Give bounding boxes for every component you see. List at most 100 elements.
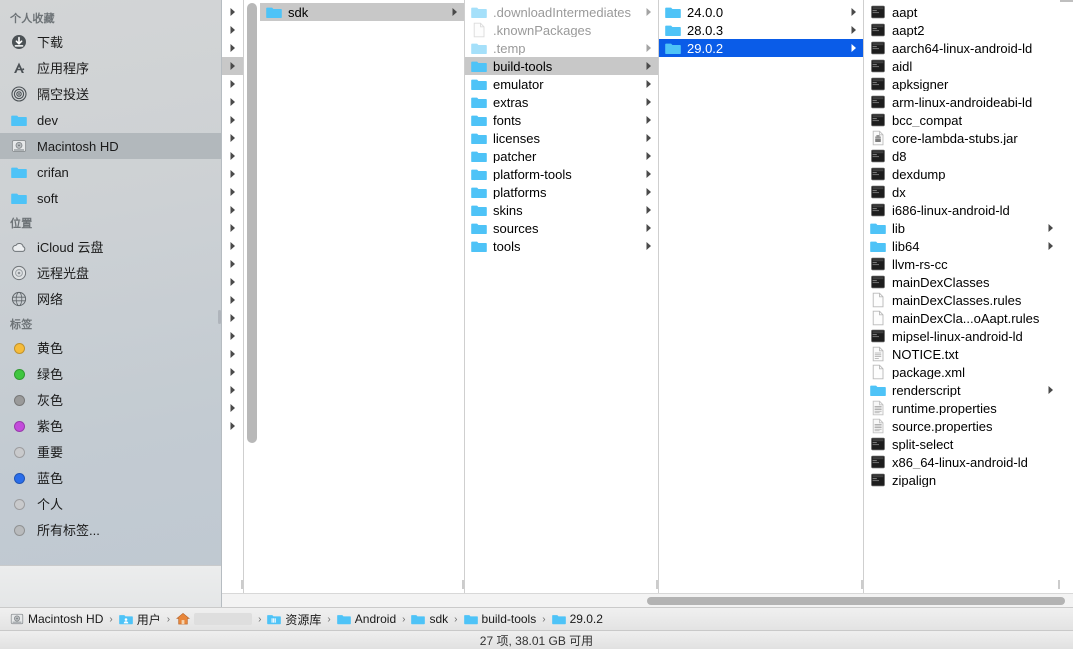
- column-row[interactable]: bcc_compat: [864, 111, 1060, 129]
- column-row[interactable]: 29.0.2: [659, 39, 863, 57]
- column-row[interactable]: lib: [864, 219, 1060, 237]
- column-row[interactable]: licenses: [465, 129, 658, 147]
- column-row[interactable]: mainDexClasses.rules: [864, 291, 1060, 309]
- column-row[interactable]: arm-linux-androideabi-ld: [864, 93, 1060, 111]
- breadcrumb-item[interactable]: build-tools: [463, 612, 536, 626]
- column-row[interactable]: NOTICE.txt: [864, 345, 1060, 363]
- column-row[interactable]: patcher: [465, 147, 658, 165]
- breadcrumb-item[interactable]: [176, 612, 253, 626]
- column-row-arrow[interactable]: [222, 93, 243, 111]
- column-row[interactable]: tools: [465, 237, 658, 255]
- column-row[interactable]: renderscript: [864, 381, 1060, 399]
- column-row-arrow[interactable]: [222, 111, 243, 129]
- sidebar[interactable]: 个人收藏 下载 应用程序 隔空投送 dev Macintosh HD crifan soft 位…: [0, 0, 222, 607]
- column-row-arrow[interactable]: [222, 327, 243, 345]
- sidebar-item-soft[interactable]: soft: [0, 185, 222, 211]
- sidebar-item-[interactable]: 应用程序: [0, 55, 222, 81]
- column-row[interactable]: extras: [465, 93, 658, 111]
- column-row[interactable]: platform-tools: [465, 165, 658, 183]
- sidebar-item-[interactable]: 紫色: [0, 413, 222, 439]
- column-row[interactable]: platforms: [465, 183, 658, 201]
- column-row[interactable]: d8: [864, 147, 1060, 165]
- column-row-arrow[interactable]: [222, 237, 243, 255]
- breadcrumb-item[interactable]: 用户: [118, 611, 161, 628]
- column-row-arrow[interactable]: [222, 345, 243, 363]
- column-row[interactable]: source.properties: [864, 417, 1060, 435]
- sidebar-item-[interactable]: 灰色: [0, 387, 222, 413]
- column-row[interactable]: aapt2: [864, 21, 1060, 39]
- column-resize-grip-0[interactable]: [237, 577, 243, 593]
- sidebar-item-[interactable]: 个人: [0, 491, 222, 517]
- column-version-29-0-2[interactable]: aapt aapt2 aarch64-linux-android-ld aidl apk…: [864, 0, 1060, 593]
- sidebar-item-[interactable]: 重要: [0, 439, 222, 465]
- horizontal-scrollbar-thumb[interactable]: [647, 597, 1065, 605]
- column-row[interactable]: mainDexCla...oAapt.rules: [864, 309, 1060, 327]
- column-vertical-scrollbar[interactable]: [244, 0, 260, 593]
- column-row[interactable]: split-select: [864, 435, 1060, 453]
- column-resize-grip-3[interactable]: [857, 577, 863, 593]
- sidebar-item-[interactable]: 下载: [0, 29, 222, 55]
- sidebar-item-crifan[interactable]: crifan: [0, 159, 222, 185]
- column-row[interactable]: emulator: [465, 75, 658, 93]
- column-row-arrow[interactable]: [222, 183, 243, 201]
- column-row[interactable]: .knownPackages: [465, 21, 658, 39]
- column-row[interactable]: llvm-rs-cc: [864, 255, 1060, 273]
- column-row[interactable]: skins: [465, 201, 658, 219]
- column-row[interactable]: core-lambda-stubs.jar: [864, 129, 1060, 147]
- column-row-arrow[interactable]: [222, 165, 243, 183]
- breadcrumb-item[interactable]: 29.0.2: [551, 612, 603, 626]
- sidebar-item-[interactable]: 远程光盘: [0, 260, 222, 286]
- column-row[interactable]: runtime.properties: [864, 399, 1060, 417]
- column-row[interactable]: dx: [864, 183, 1060, 201]
- column-row-arrow[interactable]: [222, 129, 243, 147]
- column-row-arrow[interactable]: [222, 399, 243, 417]
- breadcrumb[interactable]: Macintosh HD › 用户 › › 资源库 › Android › sdk › build-t…: [0, 607, 1073, 630]
- column-row[interactable]: aidl: [864, 57, 1060, 75]
- column-row-arrow[interactable]: [222, 3, 243, 21]
- breadcrumb-item[interactable]: sdk: [411, 612, 448, 626]
- column-row[interactable]: dexdump: [864, 165, 1060, 183]
- sidebar-item-icloud[interactable]: iCloud 云盘: [0, 234, 222, 260]
- column-row-arrow[interactable]: [222, 21, 243, 39]
- column-row[interactable]: x86_64-linux-android-ld: [864, 453, 1060, 471]
- column-row[interactable]: 24.0.0: [659, 3, 863, 21]
- sidebar-item-[interactable]: 所有标签...: [0, 517, 222, 543]
- sidebar-item-[interactable]: 网络: [0, 286, 222, 312]
- breadcrumb-item[interactable]: 资源库: [267, 611, 321, 628]
- column-sdk[interactable]: .downloadIntermediates .knownPackages .tem…: [465, 0, 659, 593]
- column-android[interactable]: sdk: [260, 0, 465, 593]
- column-row[interactable]: build-tools: [465, 57, 658, 75]
- breadcrumb-item[interactable]: Macintosh HD: [10, 612, 103, 626]
- sidebar-item-[interactable]: 黄色: [0, 335, 222, 361]
- column-resize-grip-1[interactable]: [458, 577, 464, 593]
- column-row[interactable]: aapt: [864, 3, 1060, 21]
- sidebar-item-[interactable]: 隔空投送: [0, 81, 222, 107]
- column-scrolled-partial[interactable]: [222, 0, 244, 593]
- column-row-arrow[interactable]: [222, 219, 243, 237]
- horizontal-scrollbar[interactable]: [222, 593, 1073, 607]
- column-row[interactable]: i686-linux-android-ld: [864, 201, 1060, 219]
- column-row-arrow[interactable]: [222, 75, 243, 93]
- sidebar-item-[interactable]: 蓝色: [0, 465, 222, 491]
- breadcrumb-item[interactable]: Android: [336, 612, 396, 626]
- column-row-arrow[interactable]: [222, 309, 243, 327]
- column-row[interactable]: 28.0.3: [659, 21, 863, 39]
- column-row-arrow[interactable]: [222, 417, 243, 435]
- column-row[interactable]: apksigner: [864, 75, 1060, 93]
- sidebar-item-dev[interactable]: dev: [0, 107, 222, 133]
- sidebar-resize-handle[interactable]: [218, 310, 221, 324]
- column-row-arrow[interactable]: [222, 39, 243, 57]
- column-row[interactable]: .temp: [465, 39, 658, 57]
- column-row-arrow[interactable]: [222, 255, 243, 273]
- vscroll-track[interactable]: [247, 3, 257, 579]
- column-row[interactable]: sources: [465, 219, 658, 237]
- column-row[interactable]: aarch64-linux-android-ld: [864, 39, 1060, 57]
- column-resize-grip-4[interactable]: [1054, 577, 1060, 593]
- column-row[interactable]: package.xml: [864, 363, 1060, 381]
- column-row-arrow[interactable]: [222, 291, 243, 309]
- column-row-arrow[interactable]: [222, 363, 243, 381]
- column-row-arrow[interactable]: [222, 147, 243, 165]
- sidebar-item-macintosh-hd[interactable]: Macintosh HD: [0, 133, 222, 159]
- vscroll-thumb[interactable]: [247, 3, 257, 443]
- column-row[interactable]: mainDexClasses: [864, 273, 1060, 291]
